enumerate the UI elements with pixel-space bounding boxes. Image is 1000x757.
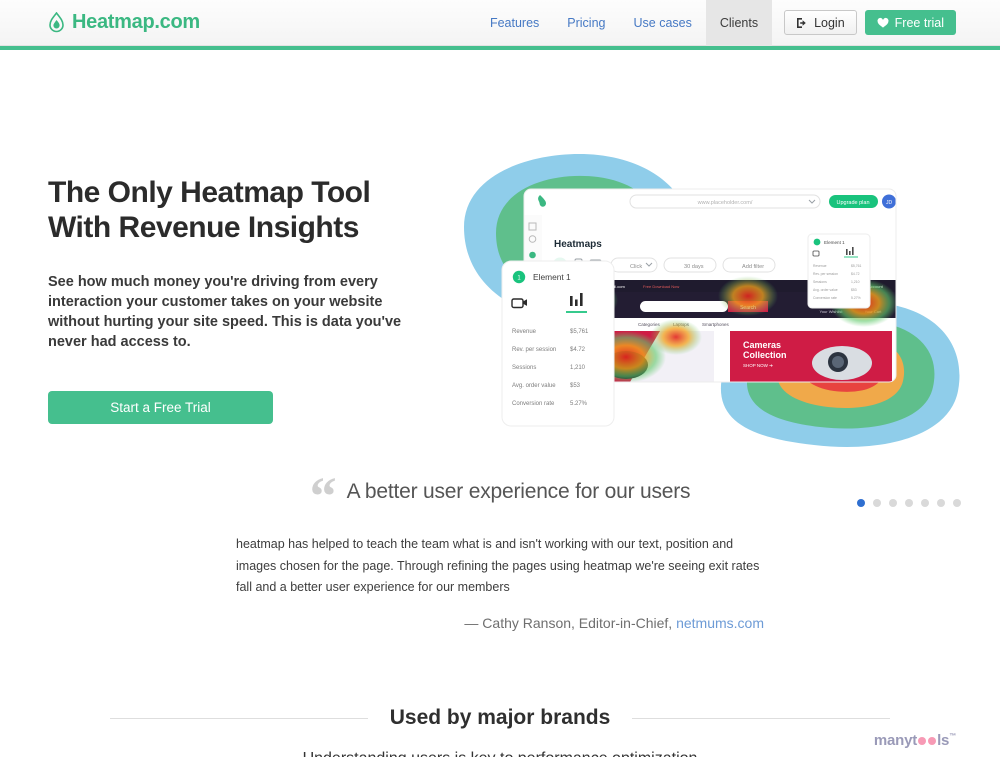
watermark-part2: t bbox=[912, 732, 918, 749]
svg-text:Cameras: Cameras bbox=[743, 340, 781, 350]
watermark-dot-1 bbox=[918, 737, 927, 745]
svg-text:$53: $53 bbox=[851, 288, 857, 292]
svg-text:Conversion rate: Conversion rate bbox=[512, 401, 555, 407]
svg-text:Collection: Collection bbox=[743, 350, 787, 360]
svg-text:1,210: 1,210 bbox=[570, 365, 586, 371]
free-trial-label: Free trial bbox=[894, 15, 944, 30]
testimonial-headline: A better user experience for our users bbox=[346, 480, 691, 503]
svg-text:Smartphones: Smartphones bbox=[702, 322, 730, 327]
page-title: The Only Heatmap Tool With Revenue Insig… bbox=[48, 176, 428, 246]
svg-text:Free Download Now: Free Download Now bbox=[643, 284, 679, 289]
flame-droplet-icon bbox=[48, 11, 65, 33]
hero-title-line2: With Revenue Insights bbox=[48, 210, 359, 244]
brands-title: Used by major brands bbox=[389, 706, 611, 729]
svg-text:Rev. per session: Rev. per session bbox=[512, 347, 556, 353]
testimonial-body: heatmap has helped to teach the team wha… bbox=[236, 537, 760, 595]
brands-heading-row: Used by major brands bbox=[0, 706, 1000, 730]
svg-text:Element 1: Element 1 bbox=[533, 272, 571, 282]
testimonial-headline-row: “ A better user experience for our users bbox=[0, 466, 1000, 526]
login-label: Login bbox=[814, 15, 845, 30]
nav-actions: Login Free trial bbox=[784, 0, 956, 46]
quote-mark-icon: “ bbox=[309, 466, 337, 526]
testimonial-author-link[interactable]: netmums.com bbox=[676, 615, 764, 631]
svg-text:5.27%: 5.27% bbox=[851, 296, 861, 300]
divider-left bbox=[109, 717, 368, 719]
svg-text:Rev. per session: Rev. per session bbox=[813, 272, 838, 276]
svg-text:Heatmaps: Heatmaps bbox=[554, 239, 602, 250]
nav-item-use-cases[interactable]: Use cases bbox=[620, 0, 706, 46]
testimonial-author: — Cathy Ranson, Editor-in-Chief, bbox=[464, 614, 673, 631]
element-card-small: Element 1 Revenue $5,761 Rev. per session… bbox=[807, 233, 871, 309]
brands-subtitle: Understanding users is key to performanc… bbox=[0, 750, 1000, 757]
svg-text:Upgrade plan: Upgrade plan bbox=[836, 200, 869, 206]
testimonial-section: “ A better user experience for our users… bbox=[0, 466, 1000, 646]
svg-text:Add filter: Add filter bbox=[742, 264, 764, 270]
start-free-trial-button[interactable]: Start a Free Trial bbox=[48, 391, 273, 424]
svg-text:Sessions: Sessions bbox=[813, 280, 827, 284]
watermark-tm: ™ bbox=[949, 733, 956, 740]
hero-subtitle: See how much money you're driving from e… bbox=[48, 273, 402, 351]
free-trial-button[interactable]: Free trial bbox=[864, 10, 956, 35]
svg-text:SHOP NOW ➔: SHOP NOW ➔ bbox=[743, 363, 773, 368]
svg-text:30 days: 30 days bbox=[684, 264, 704, 270]
brand-name: Heatmap.com bbox=[72, 11, 200, 33]
svg-text:JD: JD bbox=[886, 200, 893, 206]
svg-text:$5,761: $5,761 bbox=[851, 264, 861, 268]
watermark-part1: many bbox=[873, 732, 913, 749]
svg-text:Click: Click bbox=[630, 264, 642, 270]
watermark-dot-2 bbox=[928, 737, 937, 745]
nav-right-group: Features Pricing Use cases Clients Login bbox=[476, 0, 1000, 46]
svg-text:Avg. order value: Avg. order value bbox=[512, 383, 556, 389]
svg-text:$53: $53 bbox=[570, 383, 581, 389]
sign-in-icon bbox=[796, 17, 808, 29]
svg-text:1,210: 1,210 bbox=[851, 280, 860, 284]
hero-illustration: www.placeholder.com/ Upgrade plan JD Hea… bbox=[430, 141, 970, 451]
svg-text:$4.72: $4.72 bbox=[570, 347, 586, 353]
nav-item-features[interactable]: Features bbox=[476, 0, 553, 46]
brands-section: Used by major brands Understanding users… bbox=[0, 706, 1000, 757]
svg-text:www.placeholder.com/: www.placeholder.com/ bbox=[697, 200, 753, 206]
hero-copy: The Only Heatmap Tool With Revenue Insig… bbox=[48, 176, 428, 353]
svg-text:$5,761: $5,761 bbox=[570, 329, 589, 335]
element-card-large: 1 Element 1 Revenue $5,761 Rev. per sessi… bbox=[501, 260, 615, 427]
svg-text:$4.72: $4.72 bbox=[851, 272, 860, 276]
manytools-watermark: many t ls ™ bbox=[874, 732, 956, 749]
svg-text:5.27%: 5.27% bbox=[570, 401, 588, 407]
svg-text:Avg. order value: Avg. order value bbox=[813, 288, 838, 292]
nav-item-clients[interactable]: Clients bbox=[705, 0, 773, 46]
top-navbar: Heatmap.com Features Pricing Use cases C… bbox=[0, 0, 1000, 50]
login-button[interactable]: Login bbox=[784, 10, 857, 35]
svg-text:Revenue: Revenue bbox=[813, 264, 827, 268]
hero-section: The Only Heatmap Tool With Revenue Insig… bbox=[0, 46, 1000, 507]
testimonial-attribution: — Cathy Ranson, Editor-in-Chief, netmums… bbox=[236, 615, 764, 631]
watermark-part3: ls bbox=[937, 732, 950, 749]
heart-icon bbox=[877, 17, 889, 29]
divider-right bbox=[632, 717, 891, 719]
brand-logo[interactable]: Heatmap.com bbox=[48, 11, 200, 34]
svg-text:Revenue: Revenue bbox=[512, 329, 537, 335]
svg-text:Element 1: Element 1 bbox=[824, 240, 845, 245]
svg-text:Sessions: Sessions bbox=[512, 365, 536, 371]
nav-item-pricing[interactable]: Pricing bbox=[553, 0, 619, 46]
svg-text:Conversion rate: Conversion rate bbox=[813, 296, 837, 300]
hero-title-line1: The Only Heatmap Tool bbox=[48, 176, 371, 209]
